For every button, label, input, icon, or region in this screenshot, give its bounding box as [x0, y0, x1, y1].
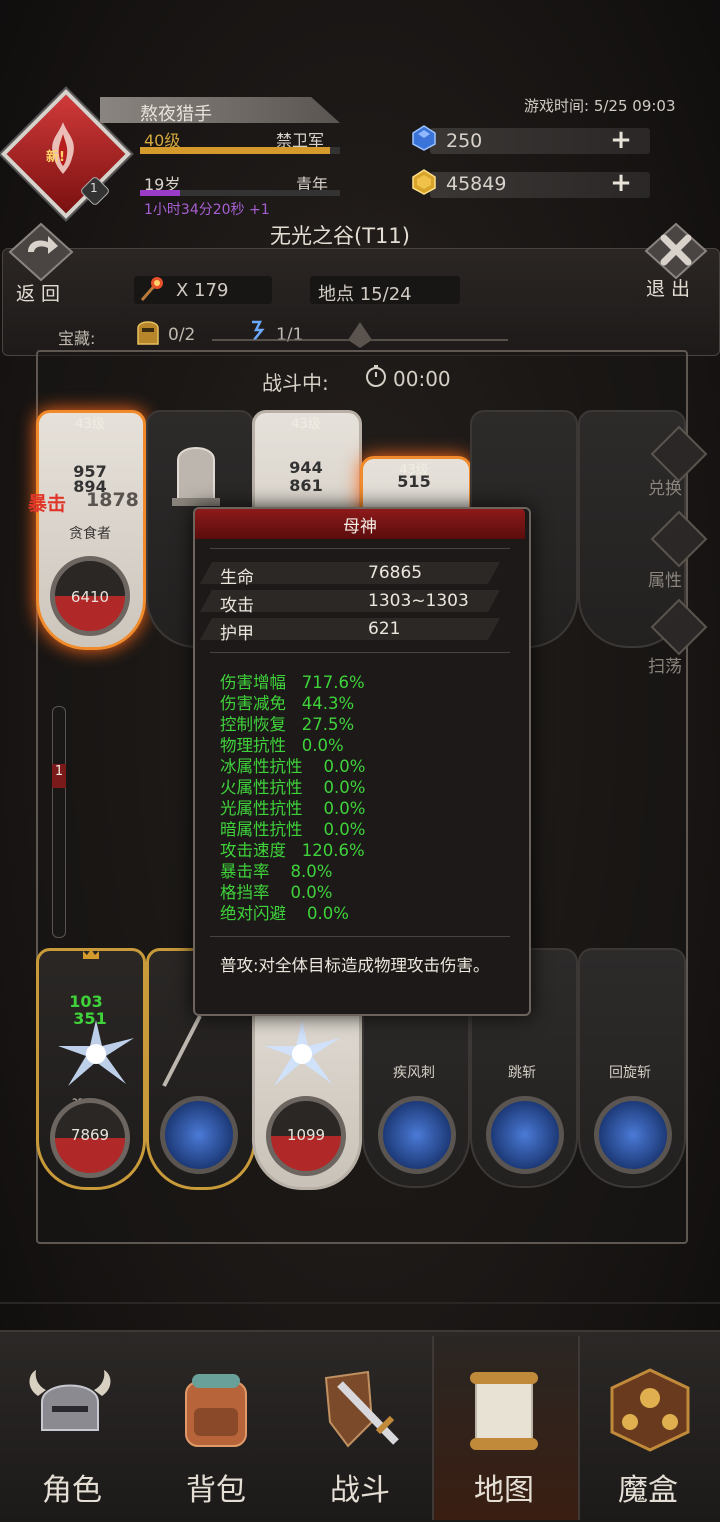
attributes-icon[interactable]: [650, 510, 708, 568]
leap-slash-icon[interactable]: [486, 1096, 564, 1174]
stat-label: 生命: [220, 568, 254, 588]
enemy-level: 43级: [291, 417, 321, 432]
add-gems-button[interactable]: +: [610, 127, 632, 153]
player-name: 熬夜猎手: [140, 104, 212, 125]
helmet-icon[interactable]: [22, 1360, 118, 1456]
treasure-label: 宝藏:: [58, 329, 96, 348]
nav-character[interactable]: 角色: [0, 1465, 144, 1509]
torch-icon: [140, 277, 163, 301]
nav-map[interactable]: 地图: [432, 1465, 576, 1509]
torch-count: X 179: [176, 280, 229, 301]
gems-value: 250: [446, 130, 483, 152]
crit-value: 1878: [86, 489, 139, 511]
whirl-slash-icon[interactable]: [594, 1096, 672, 1174]
skill-name: 跳斩: [508, 1065, 536, 1081]
wind-thrust-icon[interactable]: [378, 1096, 456, 1174]
gold-value: 45849: [446, 173, 507, 195]
stopwatch-icon: [366, 365, 386, 387]
enemy-name: 贪食者: [69, 526, 111, 542]
attr-line: 绝对闪避 0.0%: [220, 904, 349, 923]
blue-gem-icon: [412, 125, 436, 151]
stat-value: 1303~1303: [368, 591, 469, 611]
tombstone-icon: [172, 447, 220, 506]
sword-skill-icon[interactable]: [160, 1096, 238, 1174]
back-arrow-icon[interactable]: [6, 222, 76, 282]
level-progress-fill: [140, 147, 330, 154]
skill-name: 疾风刺: [393, 1065, 435, 1081]
ally-hp: 1099: [286, 1126, 326, 1144]
exchange-button[interactable]: 兑换: [648, 474, 682, 499]
enemy-attack: 944: [289, 458, 323, 477]
skill-name: 回旋斩: [609, 1065, 651, 1081]
map-title: 无光之谷(T11): [270, 224, 410, 248]
enemy-level: 43级: [75, 417, 105, 432]
nav-bag[interactable]: 背包: [144, 1465, 288, 1509]
ornament-divider: [212, 322, 508, 348]
turn-marker: 1: [52, 764, 66, 788]
new-badge: 新!: [46, 150, 65, 165]
battle-status: 战斗中:: [262, 371, 329, 395]
hit-spark-icon: [264, 1020, 340, 1086]
attributes-button[interactable]: 属性: [648, 566, 682, 591]
magic-box-icon[interactable]: [602, 1362, 698, 1458]
hit-spark-icon: [58, 1020, 134, 1086]
stat-label: 攻击: [220, 596, 254, 616]
divider: [210, 548, 510, 549]
scroll-map-icon[interactable]: [456, 1362, 552, 1458]
add-gold-button[interactable]: +: [610, 170, 632, 196]
enemy-defense: 861: [289, 476, 323, 495]
stat-value: 621: [368, 619, 401, 639]
nav-magic-box[interactable]: 魔盒: [576, 1465, 720, 1509]
ally-hp: 7869: [70, 1126, 110, 1144]
back-button[interactable]: 返 回: [16, 279, 60, 306]
treasure-count: 0/2: [168, 325, 196, 345]
nav-battle[interactable]: 战斗: [288, 1465, 432, 1509]
stat-label: 护甲: [220, 624, 254, 644]
nav-divider: [0, 1302, 720, 1304]
location-progress: 地点 15/24: [318, 284, 412, 305]
tooltip-title: 母神: [343, 517, 377, 537]
name-plate: [100, 97, 340, 123]
golden-helmet-icon: [137, 321, 159, 345]
crown-icon: [83, 949, 99, 959]
crit-label: 暴击: [28, 493, 67, 515]
sword-shield-icon[interactable]: [312, 1362, 408, 1458]
enemy-hp: 6410: [70, 588, 110, 606]
sweep-button[interactable]: 扫荡: [648, 652, 682, 677]
skill-description: 普攻:对全体目标造成物理攻击伤害。: [220, 956, 490, 975]
backpack-icon[interactable]: [168, 1362, 264, 1458]
turn-gauge: [52, 706, 66, 938]
exit-button[interactable]: 退 出: [646, 274, 690, 301]
divider: [210, 936, 510, 937]
game-time: 游戏时间: 5/25 09:03: [524, 97, 676, 115]
sweep-icon[interactable]: [650, 598, 708, 656]
age-timer: 1小时34分20秒 +1: [144, 202, 270, 218]
rank-badge-number: 1: [90, 181, 98, 195]
divider: [210, 652, 510, 653]
enemy-attack: 515: [397, 472, 431, 491]
close-icon[interactable]: [644, 222, 708, 280]
stat-value: 76865: [368, 563, 423, 583]
battle-timer: 00:00: [393, 367, 451, 391]
gold-coin-icon: [412, 169, 436, 195]
age-progress-fill: [140, 190, 180, 196]
spear-icon: [162, 1015, 202, 1087]
